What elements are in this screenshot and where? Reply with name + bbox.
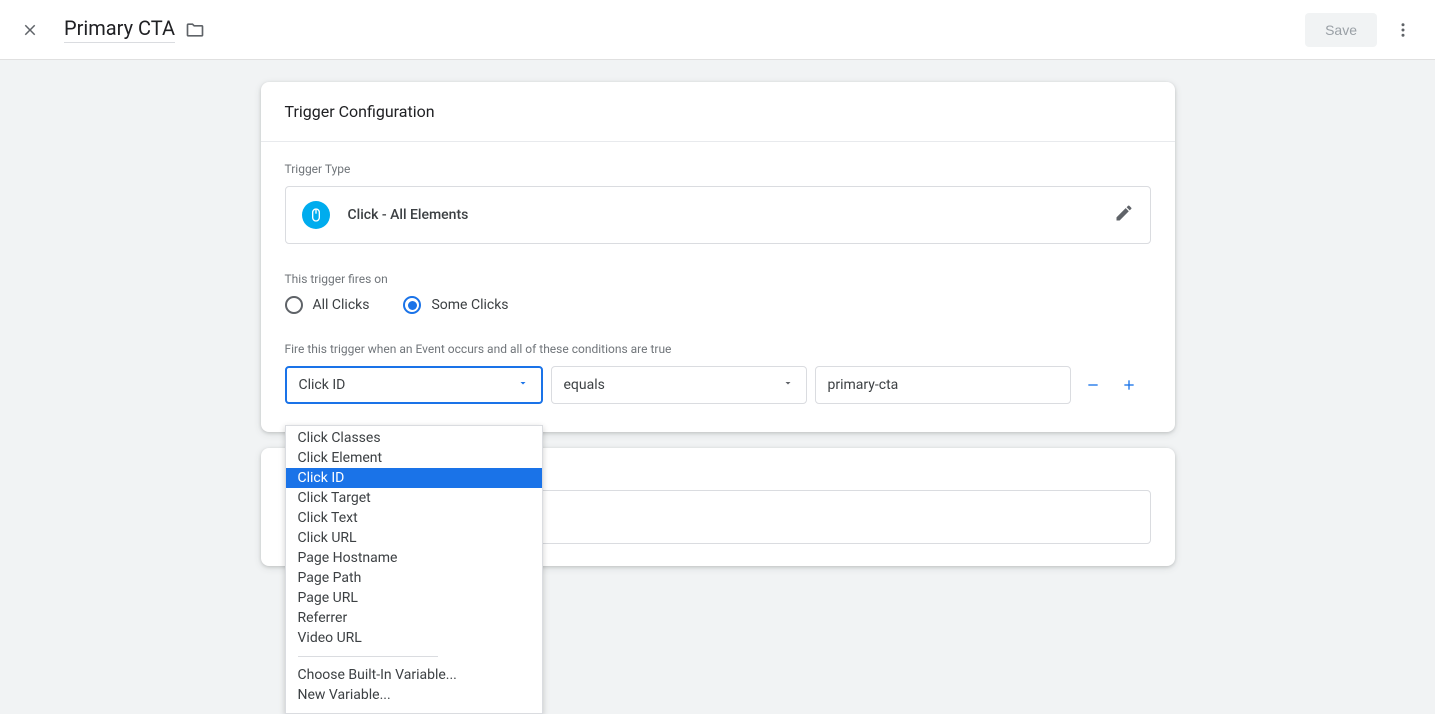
operator-select[interactable]: equals (551, 366, 807, 404)
trigger-config-card: Trigger Configuration Trigger Type Click… (261, 82, 1175, 432)
more-menu-icon[interactable] (1389, 16, 1417, 44)
dropdown-action-item[interactable]: Choose Built-In Variable... (286, 665, 542, 685)
variable-select[interactable]: Click ID (285, 366, 543, 404)
caret-down-icon (517, 377, 529, 393)
radio-circle-icon (285, 296, 303, 314)
radio-dot-icon (408, 301, 417, 310)
radio-label: All Clicks (313, 297, 370, 313)
dropdown-item[interactable]: Page URL (286, 588, 542, 608)
dropdown-item[interactable]: Referrer (286, 608, 542, 628)
folder-icon[interactable] (185, 20, 205, 40)
variable-dropdown[interactable]: Click ClassesClick ElementClick IDClick … (285, 425, 543, 714)
dropdown-item[interactable]: Click Text (286, 508, 542, 528)
operator-select-text: equals (564, 377, 605, 393)
value-input-text: primary-cta (828, 377, 899, 393)
card-body: Trigger Type Click - All Elements This t… (261, 142, 1175, 432)
trigger-type-label: Trigger Type (285, 162, 1151, 176)
caret-down-icon (782, 377, 794, 393)
dropdown-divider (298, 656, 438, 657)
card-heading: Trigger Configuration (261, 82, 1175, 142)
trigger-type-left: Click - All Elements (302, 201, 469, 229)
fires-on-label: This trigger fires on (285, 272, 1151, 286)
radio-label: Some Clicks (431, 297, 508, 313)
condition-row: Click ID equals primary-cta (285, 366, 1151, 404)
save-button[interactable]: Save (1305, 13, 1377, 47)
dropdown-item[interactable]: Video URL (286, 628, 542, 648)
app-header: Primary CTA Save (0, 0, 1435, 60)
radio-circle-selected-icon (403, 296, 421, 314)
radio-some-clicks[interactable]: Some Clicks (403, 296, 508, 314)
trigger-type-name: Click - All Elements (348, 207, 469, 223)
dropdown-item[interactable]: Click Element (286, 448, 542, 468)
content-area: Trigger Configuration Trigger Type Click… (0, 60, 1435, 566)
dropdown-action-item[interactable]: New Variable... (286, 685, 542, 705)
dropdown-item[interactable]: Click URL (286, 528, 542, 548)
value-input[interactable]: primary-cta (815, 366, 1071, 404)
dropdown-item[interactable]: Page Path (286, 568, 542, 588)
trigger-type-box[interactable]: Click - All Elements (285, 186, 1151, 244)
condition-intro-label: Fire this trigger when an Event occurs a… (285, 342, 1151, 356)
dropdown-item[interactable]: Click Classes (286, 428, 542, 448)
dropdown-item[interactable]: Click Target (286, 488, 542, 508)
header-right: Save (1305, 13, 1417, 47)
variable-select-text: Click ID (299, 377, 346, 393)
dropdown-item[interactable]: Page Hostname (286, 548, 542, 568)
page-title[interactable]: Primary CTA (64, 16, 175, 43)
radio-all-clicks[interactable]: All Clicks (285, 296, 370, 314)
dropdown-item[interactable]: Click ID (286, 468, 542, 488)
edit-icon[interactable] (1114, 203, 1134, 227)
radio-group-fires-on: All Clicks Some Clicks (285, 296, 1151, 314)
close-icon[interactable] (18, 18, 42, 42)
click-icon (302, 201, 330, 229)
remove-condition-button[interactable] (1079, 371, 1107, 399)
add-condition-button[interactable] (1115, 371, 1143, 399)
